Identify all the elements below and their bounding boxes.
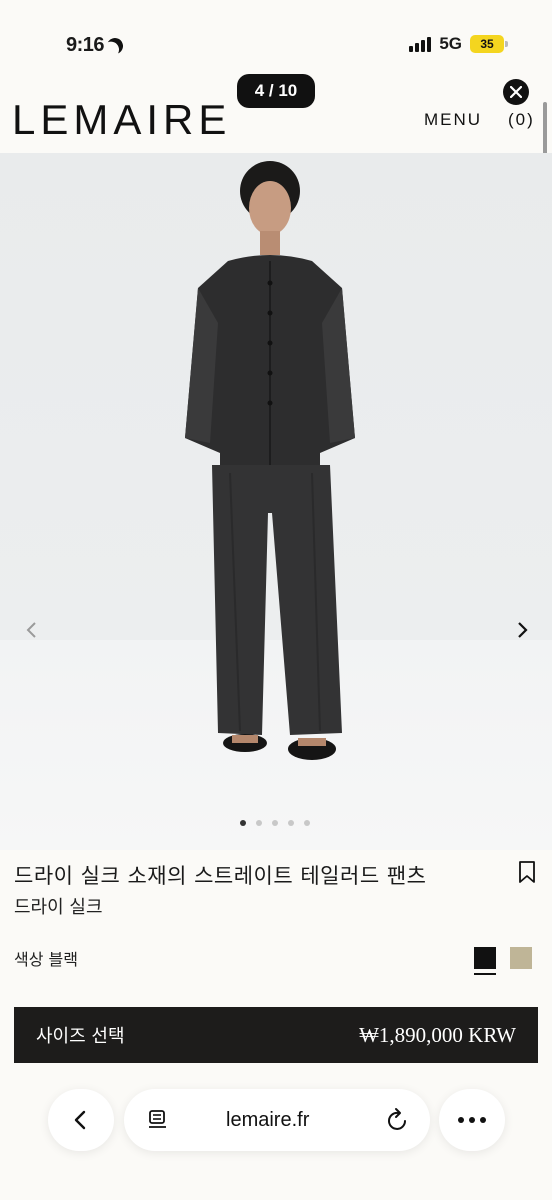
signal-icon	[409, 36, 432, 52]
battery-icon: 35	[470, 35, 508, 53]
size-select-label: 사이즈 선택	[36, 1026, 125, 1047]
close-icon	[510, 86, 522, 98]
product-image[interactable]	[0, 153, 552, 850]
swatch-black[interactable]	[474, 947, 496, 969]
product-subtitle: 드라이 실크	[14, 897, 103, 918]
gallery-dot[interactable]	[288, 820, 294, 826]
chevron-right-icon[interactable]	[510, 618, 534, 642]
model-figure	[185, 161, 355, 760]
status-bar: 9:16 5G 35	[0, 0, 552, 80]
brand-logo[interactable]: LEMAIRE	[12, 96, 231, 144]
back-arrow-icon	[74, 1110, 86, 1130]
bookmark-icon[interactable]	[517, 860, 537, 884]
gallery-dots[interactable]	[240, 820, 310, 826]
size-select-button[interactable]: 사이즈 선택 ₩1,890,000 KRW	[14, 1007, 538, 1063]
product-title: 드라이 실크 소재의 스트레이트 테일러드 팬츠	[14, 864, 427, 888]
gallery-dot[interactable]	[304, 820, 310, 826]
back-button[interactable]	[48, 1089, 114, 1151]
address-bar[interactable]: lemaire.fr	[124, 1089, 430, 1151]
image-counter: 4 / 10	[237, 74, 315, 108]
status-indicators: 5G 35	[409, 34, 508, 54]
close-button[interactable]	[503, 79, 529, 105]
menu-link[interactable]: MENU	[424, 110, 482, 130]
battery-level: 35	[480, 37, 494, 51]
more-icon	[458, 1117, 486, 1123]
more-button[interactable]	[439, 1089, 505, 1151]
swatch-selected-indicator	[474, 973, 496, 975]
time-text: 9:16	[66, 34, 105, 56]
color-label: 색상 블랙	[14, 950, 78, 969]
gallery-dot[interactable]	[240, 820, 246, 826]
status-time: 9:16	[66, 34, 123, 57]
network-label: 5G	[439, 34, 462, 53]
moon-icon	[105, 35, 126, 56]
url-text[interactable]: lemaire.fr	[226, 1109, 309, 1132]
chevron-left-icon[interactable]	[20, 618, 44, 642]
reload-icon[interactable]	[386, 1107, 410, 1133]
swatch-beige[interactable]	[510, 947, 532, 969]
cart-link[interactable]: (0)	[508, 110, 535, 130]
product-price: ₩1,890,000 KRW	[359, 1022, 516, 1047]
gallery-dot[interactable]	[256, 820, 262, 826]
gallery-dot[interactable]	[272, 820, 278, 826]
reader-mode-icon[interactable]	[146, 1108, 170, 1132]
